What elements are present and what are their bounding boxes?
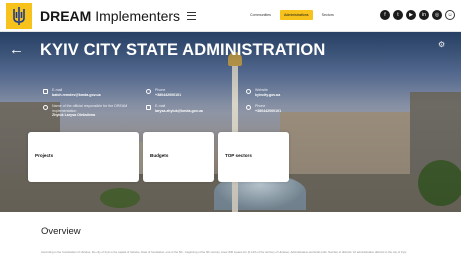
social-links: f t ▶ in ◎ ☺ [380,10,455,20]
projects-card-label: Projects [35,153,54,158]
brand-bold: DREAM [40,8,92,24]
phone-icon [246,105,251,110]
nav-sectors[interactable]: Sectors [318,10,338,20]
person-icon [43,105,48,110]
official-email: E-mail larysa.zhyluk@kmda.gov.ua [146,104,230,114]
budgets-card-label: Budgets [150,153,169,158]
user-icon[interactable]: ☺ [445,10,455,20]
gear-icon[interactable]: ⚙ [438,40,445,49]
top-sectors-card-label: TOP sectors [225,153,252,158]
official-email-label: E-mail [155,104,166,108]
twitter-icon[interactable]: t [393,10,403,20]
trident-logo[interactable] [6,3,32,29]
phone-icon [146,89,151,94]
overview-section: Overview According to the Constitution o… [0,212,461,264]
official-info: Name of the official responsible for the… [43,104,147,118]
official-phone-label: Phone [255,104,266,108]
page-title: KYIV CITY STATE ADMINISTRATION [40,41,326,59]
top-header: DREAM Implementers Communities Administr… [0,0,461,32]
contact-email: E-mail batch.remdev@kmda.gov.ua [43,88,142,98]
official-name: Zhyluk Larysa Oleksiivna [52,113,96,118]
contact-phone: Phone +380442000101 [146,88,225,98]
contact-website: Website kyivcity.gov.ua [246,88,325,98]
facebook-icon[interactable]: f [380,10,390,20]
projects-card[interactable]: Projects [28,132,139,182]
nav-communities[interactable]: Communities [246,10,275,20]
instagram-icon[interactable]: ◎ [432,10,442,20]
contact-phone-label: Phone [155,88,166,92]
contact-email-value[interactable]: batch.remdev@kmda.gov.ua [52,93,142,98]
youtube-icon[interactable]: ▶ [406,10,416,20]
email-icon [146,105,151,110]
contact-phone-value[interactable]: +380442000101 [155,93,225,98]
official-label: Name of the official responsible for the… [52,104,128,113]
email-icon [43,89,48,94]
overview-text: According to the Constitution of Ukraine… [41,250,407,254]
back-arrow-icon[interactable]: ← [9,42,24,58]
contact-email-label: E-mail [52,88,63,92]
top-sectors-card[interactable]: TOP sectors [218,132,289,182]
official-phone: Phone +380442000101 [246,104,325,114]
linkedin-icon[interactable]: in [419,10,429,20]
budgets-card[interactable]: Budgets [143,132,214,182]
hamburger-menu-icon[interactable] [187,12,196,20]
hero-banner: ← KYIV CITY STATE ADMINISTRATION ⚙ E-mai… [0,32,461,212]
official-phone-value[interactable]: +380442000101 [255,109,325,114]
globe-icon [246,89,251,94]
nav-administrations[interactable]: Administrations [279,10,313,20]
brand-name[interactable]: DREAM Implementers [40,8,180,24]
contact-website-value[interactable]: kyivcity.gov.ua [255,93,325,98]
overview-title: Overview [41,226,81,237]
brand-rest: Implementers [95,8,181,24]
official-email-value[interactable]: larysa.zhyluk@kmda.gov.ua [155,109,230,114]
contact-website-label: Website [255,88,268,92]
trident-icon [13,7,25,25]
main-nav: Communities Administrations Sectors [246,10,338,20]
